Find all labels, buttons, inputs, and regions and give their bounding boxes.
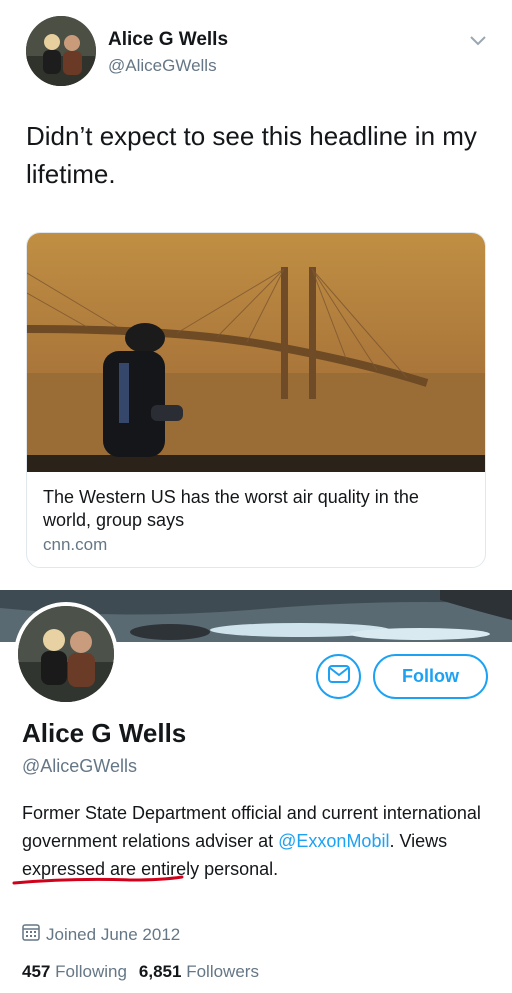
joined-date: Joined June 2012 (22, 923, 180, 946)
following-count: 457 (22, 962, 51, 981)
profile-handle: @AliceGWells (22, 756, 137, 776)
tweet-author-handle[interactable]: @AliceGWells (108, 56, 217, 76)
bio-mention-link[interactable]: @ExxonMobil (278, 831, 389, 851)
card-title: The Western US has the worst air quality… (43, 487, 419, 530)
profile-name: Alice G Wells (22, 718, 187, 748)
card-image (27, 233, 485, 472)
message-button[interactable] (316, 654, 361, 699)
profile-bio: Former State Department official and cur… (22, 799, 482, 883)
calendar-icon (22, 923, 46, 946)
red-underline-annotation (12, 874, 184, 888)
tweet-text: Didn’t expect to see this headline in my… (26, 121, 477, 189)
joined-text: Joined June 2012 (46, 924, 181, 944)
followers-link[interactable]: 6,851 Followers (139, 962, 259, 981)
profile-avatar[interactable] (14, 602, 118, 706)
followers-label: Followers (186, 962, 259, 981)
following-link[interactable]: 457 Following (22, 962, 127, 981)
tweet-author-name[interactable]: Alice G Wells (108, 29, 228, 51)
follow-button[interactable]: Follow (373, 654, 488, 699)
card-domain: cnn.com (43, 535, 108, 554)
profile-header: Follow Alice G Wells @AliceGWells Former… (0, 590, 512, 993)
chevron-down-icon[interactable] (468, 30, 488, 50)
tweet: Alice G Wells @AliceGWells Didn’t expect… (0, 0, 512, 585)
follow-stats: 457 Following 6,851 Followers (22, 962, 259, 982)
tweet-avatar[interactable] (26, 16, 96, 86)
link-card[interactable]: The Western US has the worst air quality… (26, 232, 486, 568)
following-label: Following (55, 962, 127, 981)
followers-count: 6,851 (138, 962, 182, 981)
mail-icon (327, 665, 350, 688)
